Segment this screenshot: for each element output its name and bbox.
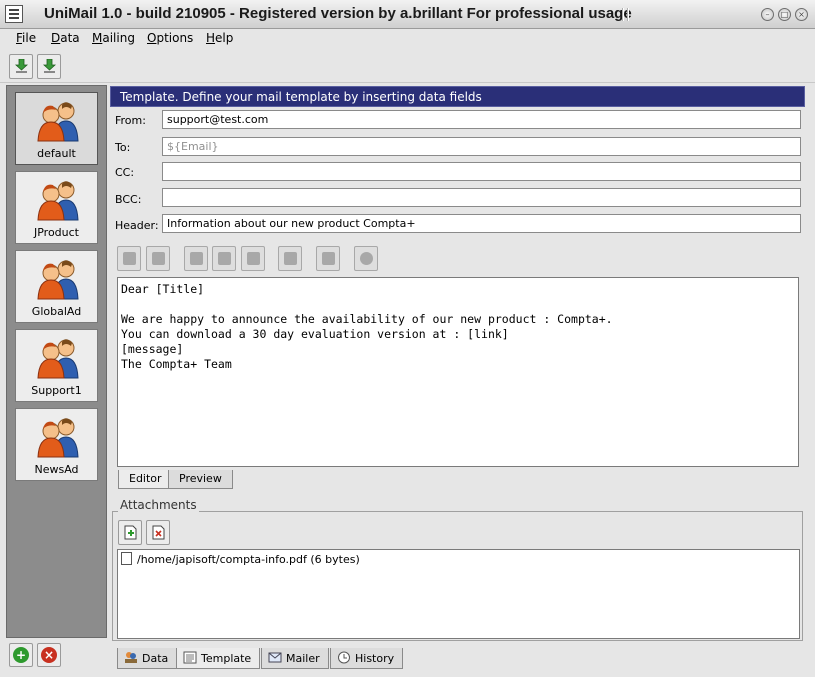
remove-file-icon bbox=[152, 525, 165, 540]
close-button[interactable]: × bbox=[795, 8, 808, 21]
add-attachment-button[interactable] bbox=[118, 520, 142, 545]
cut-button[interactable] bbox=[184, 246, 208, 271]
tab-data-label: Data bbox=[142, 652, 169, 665]
users-icon bbox=[37, 181, 79, 221]
profile-support1[interactable]: Support1 bbox=[15, 329, 98, 402]
download-icon bbox=[15, 59, 28, 73]
tab-editor[interactable]: Editor bbox=[118, 470, 173, 489]
profile-label: JProduct bbox=[33, 226, 79, 239]
section-banner: Template. Define your mail template by i… bbox=[110, 86, 805, 107]
users-icon bbox=[37, 418, 79, 458]
attachment-path: /home/japisoft/compta-info.pdf (6 bytes) bbox=[137, 553, 360, 566]
tab-history[interactable]: History bbox=[330, 648, 404, 669]
mailer-icon bbox=[268, 652, 282, 663]
document-button[interactable] bbox=[316, 246, 340, 271]
title-grip bbox=[622, 8, 624, 21]
paste-button[interactable] bbox=[241, 246, 265, 271]
cc-field[interactable] bbox=[162, 162, 801, 181]
title-grip bbox=[627, 8, 629, 21]
check-button[interactable] bbox=[354, 246, 378, 271]
window-title: UniMail 1.0 - build 210905 - Registered … bbox=[44, 5, 632, 22]
tab-history-label: History bbox=[355, 652, 395, 665]
tab-data[interactable]: Data bbox=[117, 648, 178, 669]
cc-label: CC: bbox=[115, 166, 135, 179]
add-file-icon bbox=[124, 525, 137, 540]
template-editor[interactable]: Dear [Title] We are happy to announce th… bbox=[117, 277, 799, 467]
remove-profile-button[interactable]: × bbox=[37, 643, 61, 667]
remove-icon: × bbox=[41, 647, 57, 663]
insert-field-button[interactable] bbox=[117, 246, 141, 271]
profile-label: GlobalAd bbox=[31, 305, 82, 318]
undo-icon bbox=[284, 252, 297, 265]
template-icon bbox=[183, 651, 197, 664]
from-label: From: bbox=[115, 114, 146, 127]
file-icon bbox=[121, 552, 132, 565]
history-icon bbox=[338, 651, 350, 664]
app-icon[interactable] bbox=[5, 5, 23, 23]
save-profile-button[interactable] bbox=[37, 54, 61, 79]
data-icon bbox=[125, 652, 137, 663]
cut-icon bbox=[190, 252, 203, 265]
copy-button[interactable] bbox=[212, 246, 236, 271]
profile-default[interactable]: default bbox=[15, 92, 98, 165]
users-icon bbox=[37, 260, 79, 300]
menu-bar: File Data Mailing Options Help bbox=[0, 29, 815, 51]
users-icon bbox=[37, 102, 79, 142]
main-toolbar bbox=[0, 51, 815, 83]
undo-button[interactable] bbox=[278, 246, 302, 271]
tab-mailer-label: Mailer bbox=[286, 652, 320, 665]
check-icon bbox=[360, 252, 373, 265]
banner-text: Template. Define your mail template by i… bbox=[120, 90, 482, 104]
title-bar[interactable]: UniMail 1.0 - build 210905 - Registered … bbox=[0, 0, 815, 29]
maximize-button[interactable]: □ bbox=[778, 8, 791, 21]
profile-jproduct[interactable]: JProduct bbox=[15, 171, 98, 244]
users-icon bbox=[37, 339, 79, 379]
tab-template[interactable]: Template bbox=[176, 648, 261, 669]
minimize-button[interactable]: – bbox=[761, 8, 774, 21]
insert-icon bbox=[152, 252, 165, 265]
profile-panel: default JProduct GlobalAd Support1 NewsA… bbox=[6, 85, 107, 638]
header-label: Header: bbox=[115, 219, 159, 232]
header-field[interactable]: Information about our new product Compta… bbox=[162, 214, 801, 233]
menu-help[interactable]: Help bbox=[204, 31, 235, 45]
from-field[interactable]: support@test.com bbox=[162, 110, 801, 129]
profile-globalad[interactable]: GlobalAd bbox=[15, 250, 98, 323]
list-item[interactable]: /home/japisoft/compta-info.pdf (6 bytes) bbox=[121, 552, 360, 566]
attachment-list[interactable]: /home/japisoft/compta-info.pdf (6 bytes) bbox=[117, 549, 800, 639]
document-icon bbox=[322, 252, 335, 265]
profile-label: NewsAd bbox=[34, 463, 79, 476]
to-label: To: bbox=[115, 141, 131, 154]
tab-template-label: Template bbox=[201, 652, 252, 665]
attachments-title: Attachments bbox=[118, 498, 199, 512]
menu-options[interactable]: Options bbox=[145, 31, 195, 45]
copy-icon bbox=[218, 252, 231, 265]
tab-preview[interactable]: Preview bbox=[168, 470, 233, 489]
menu-mailing[interactable]: Mailing bbox=[90, 31, 137, 45]
insert-icon bbox=[123, 252, 136, 265]
download-icon bbox=[43, 59, 56, 73]
menu-data[interactable]: Data bbox=[49, 31, 82, 45]
bcc-label: BCC: bbox=[115, 193, 142, 206]
plus-icon: + bbox=[13, 647, 29, 663]
open-profile-button[interactable] bbox=[9, 54, 33, 79]
paste-icon bbox=[247, 252, 260, 265]
profile-newsad[interactable]: NewsAd bbox=[15, 408, 98, 481]
tab-mailer[interactable]: Mailer bbox=[261, 648, 329, 669]
add-profile-button[interactable]: + bbox=[9, 643, 33, 667]
profile-label: Support1 bbox=[31, 384, 82, 397]
insert-field2-button[interactable] bbox=[146, 246, 170, 271]
profile-label: default bbox=[37, 147, 76, 160]
remove-attachment-button[interactable] bbox=[146, 520, 170, 545]
bcc-field[interactable] bbox=[162, 188, 801, 207]
to-field[interactable]: ${Email} bbox=[162, 137, 801, 156]
menu-file[interactable]: File bbox=[14, 31, 38, 45]
